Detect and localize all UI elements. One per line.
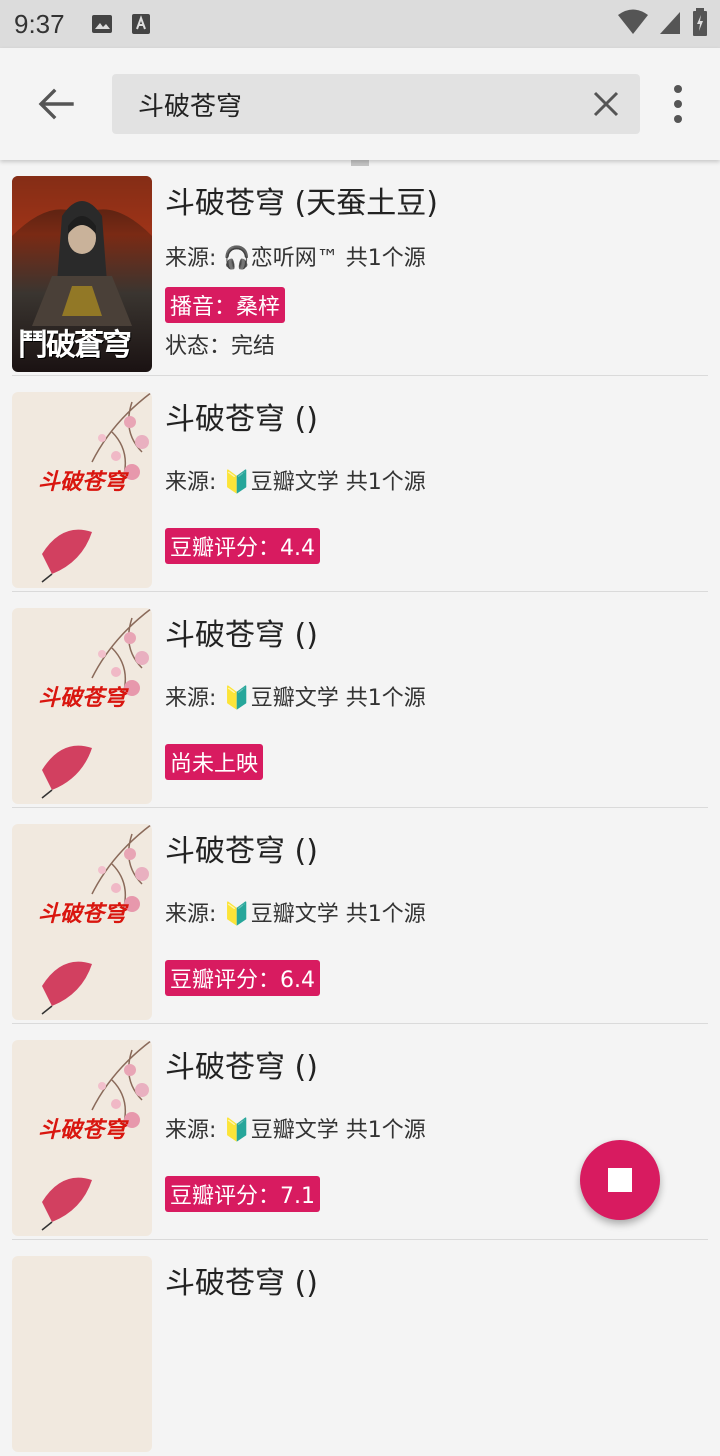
wifi-icon [618,9,648,34]
cover-title-text: 鬥破蒼穹 [18,328,132,363]
list-item[interactable]: 斗破苍穹 () [0,1240,720,1456]
overflow-menu-button[interactable] [666,84,690,124]
back-button[interactable] [30,82,82,126]
item-state: 状态：完结 [165,334,276,359]
more-vert-icon [674,85,682,123]
item-title: 斗破苍穹 () [165,402,318,437]
item-tag: 豆瓣评分：4.4 [165,528,320,564]
status-time: 9:37 [14,8,65,39]
item-source: 来源: 🔰豆瓣文学 共1个源 [165,686,426,711]
item-source: 来源: 🔰豆瓣文学 共1个源 [165,470,426,495]
clear-search-button[interactable] [590,88,622,120]
stop-search-button[interactable] [580,1140,660,1220]
book-cover: 斗破苍穹 [12,608,152,804]
cover-title-text: 斗破苍穹 [37,1117,126,1143]
item-title: 斗破苍穹 () [165,1266,318,1301]
book-cover: 斗破苍穹 [12,392,152,588]
signal-icon [660,12,680,34]
stop-icon [608,1168,632,1192]
arrow-back-icon [38,88,74,120]
search-results-list: 鬥破蒼穹 斗破苍穹 (天蚕土豆) 来源: 🎧恋听网™ 共1个源 播音：桑梓 状态… [0,160,720,1456]
cover-title-text: 斗破苍穹 [37,685,126,711]
list-item[interactable]: 斗破苍穹 斗破苍穹 () 来源: 🔰豆瓣文学 共1个源 豆瓣评分：4.4 [0,376,720,592]
image-notification-icon [91,15,112,33]
item-title: 斗破苍穹 () [165,834,318,869]
book-cover: 斗破苍穹 [12,824,152,1020]
search-field[interactable]: 斗破苍穹 [112,74,640,134]
book-cover [12,1256,152,1452]
book-cover: 鬥破蒼穹 [12,176,152,372]
close-icon [593,91,619,117]
cover-title-text: 斗破苍穹 [37,469,126,495]
scroll-indicator [351,160,369,166]
font-notification-icon [131,14,150,34]
item-tag: 播音：桑梓 [165,287,286,323]
item-source: 来源: 🔰豆瓣文学 共1个源 [165,902,426,927]
book-cover: 斗破苍穹 [12,1040,152,1236]
item-title: 斗破苍穹 () [165,1050,318,1085]
item-tag: 尚未上映 [165,744,264,780]
battery-icon [693,8,707,36]
search-toolbar: 斗破苍穹 [0,48,720,160]
item-title: 斗破苍穹 (天蚕土豆) [165,186,438,221]
list-item[interactable]: 斗破苍穹 斗破苍穹 () 来源: 🔰豆瓣文学 共1个源 尚未上映 [0,592,720,808]
status-bar: 9:37 [0,0,720,48]
item-tag: 豆瓣评分：7.1 [165,1176,320,1212]
list-item[interactable]: 鬥破蒼穹 斗破苍穹 (天蚕土豆) 来源: 🎧恋听网™ 共1个源 播音：桑梓 状态… [0,160,720,376]
item-title: 斗破苍穹 () [165,618,318,653]
item-source: 来源: 🔰豆瓣文学 共1个源 [165,1118,426,1143]
cover-title-text: 斗破苍穹 [37,901,126,927]
list-item[interactable]: 斗破苍穹 斗破苍穹 () 来源: 🔰豆瓣文学 共1个源 豆瓣评分：6.4 [0,808,720,1024]
item-tag: 豆瓣评分：6.4 [165,960,320,996]
item-source: 来源: 🎧恋听网™ 共1个源 [165,246,426,271]
search-input[interactable]: 斗破苍穹 [138,86,242,123]
